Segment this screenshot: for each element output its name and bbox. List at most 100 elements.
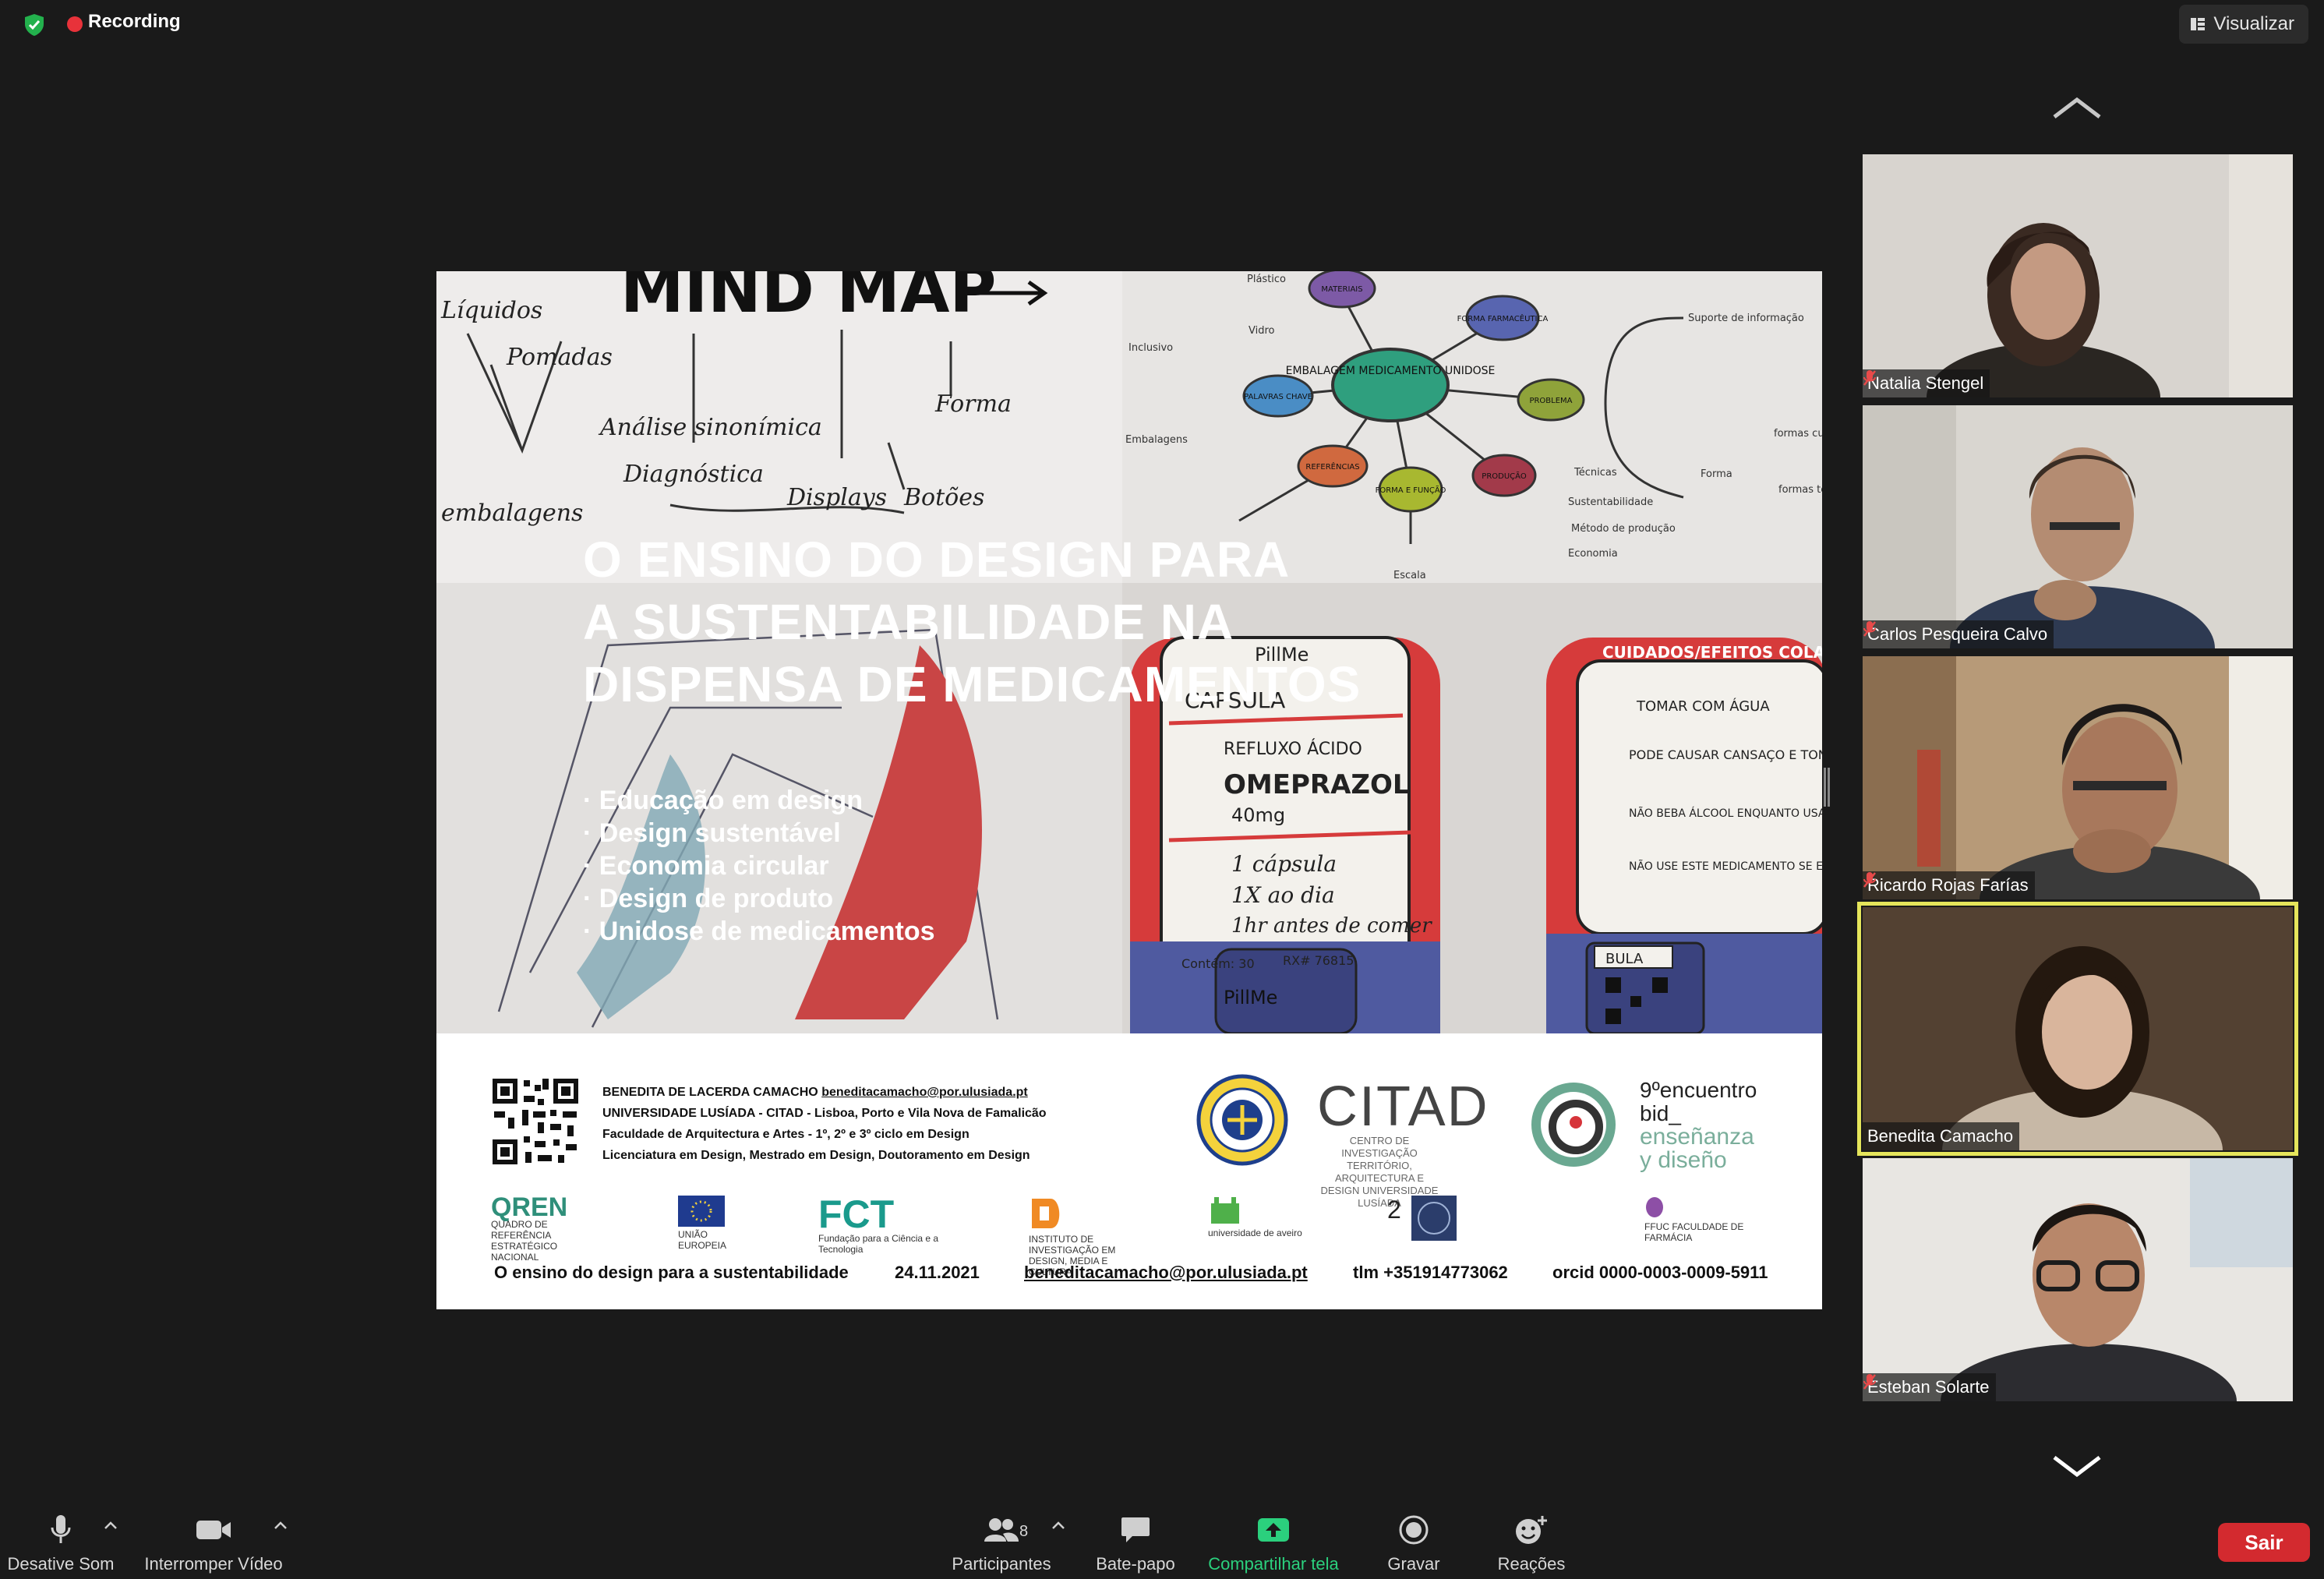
participant-video-carlos: [1863, 405, 2293, 648]
encuentro-line-3: enseñanza: [1640, 1124, 1754, 1150]
ffuc-logo-icon: [1646, 1197, 1663, 1217]
participant-name: Esteban Solarte: [1867, 1377, 1990, 1397]
encuentro-bid-logo: 9ºencuentro bid_ enseñanza y diseño: [1640, 1079, 1796, 1172]
view-button-label: Visualizar: [2213, 13, 2294, 34]
microphone-icon: [51, 1515, 71, 1543]
mindmap-label-8: Método de produção: [1571, 523, 1676, 535]
pill-left-instr1: 1 cápsula: [1231, 851, 1337, 877]
mindmap-node-6: FORMA E FUNÇÃO: [1376, 485, 1446, 495]
participants-button[interactable]: Participantes: [943, 1512, 1060, 1574]
stop-video-button[interactable]: Interromper Vídeo: [137, 1512, 290, 1574]
eu-flag-logo: UNIÃO EUROPEIA: [678, 1196, 748, 1251]
caption-email-link[interactable]: beneditacamacho@por.ulusiada.pt: [1024, 1263, 1308, 1283]
caption-talk-title: O ensino do design para a sustentabilida…: [494, 1263, 849, 1282]
pill-left-drug: OMEPRAZOL: [1224, 769, 1410, 800]
mindmap-label-1: Plástico: [1247, 274, 1286, 285]
participant-video-benedita: [1863, 907, 2293, 1150]
pill-right-item-2: PODE CAUSAR CANSAÇO E TONTURA: [1629, 747, 1822, 762]
slide-bullet: Design sustentável: [583, 817, 935, 850]
author-info: BENEDITA DE LACERDA CAMACHO beneditacama…: [602, 1082, 1047, 1166]
aveiro-logo-icon: [1211, 1197, 1239, 1224]
video-options-caret-icon[interactable]: [273, 1520, 288, 1531]
qren-logo-text: QREN: [491, 1192, 568, 1222]
mute-button-label: Desative Som: [7, 1554, 115, 1574]
chat-button[interactable]: Bate-papo: [1085, 1512, 1186, 1574]
aveiro-logo-subtitle: universidade de aveiro: [1208, 1228, 1302, 1238]
participants-options-caret-icon[interactable]: [1051, 1520, 1066, 1531]
pill-left-contents: Contém: 30: [1181, 956, 1255, 971]
participant-video-esteban: [1863, 1158, 2293, 1401]
author-name: BENEDITA DE LACERDA CAMACHO: [602, 1086, 818, 1099]
pill-left-line2: REFLUXO ÁCIDO: [1224, 739, 1362, 759]
mindmap-label-4: Embalagens: [1125, 434, 1188, 446]
participant-name: Carlos Pesqueira Calvo: [1867, 624, 2048, 644]
mind-map-heading: MIND MAP: [620, 271, 997, 327]
mic-muted-icon: [1863, 370, 1876, 386]
mindmap-label-12: formas cu rótulos...: [1774, 428, 1822, 440]
pill-right-item-4: NÃO USE ESTE MEDICAMENTO SE ESTIVER GRÁV…: [1629, 860, 1822, 873]
slide-bullet-list: Educação em design Design sustentável Ec…: [583, 784, 935, 948]
mindmap-label-5: Suporte de informação: [1688, 313, 1804, 324]
participants-button-label: Participantes: [952, 1554, 1051, 1574]
author-line-4: Licenciatura em Design, Mestrado em Desi…: [602, 1149, 1030, 1162]
participant-tile[interactable]: Natalia Stengel: [1863, 154, 2293, 397]
view-layout-icon: [2191, 18, 2206, 30]
slide-collage-image: MIND MAP Análise sinonímica Diagnóstica …: [436, 271, 1822, 1033]
handwriting-5: Botões: [903, 484, 984, 511]
reactions-button-label: Reações: [1497, 1554, 1566, 1574]
video-camera-icon: [196, 1521, 231, 1539]
mic-muted-icon: [1863, 621, 1876, 637]
caption-phone: tlm +351914773062: [1353, 1263, 1508, 1282]
handwriting-8: embalagens: [441, 500, 583, 527]
universidade-aveiro-logo: universidade de aveiro: [1208, 1196, 1317, 1245]
slide-title: O ENSINO DO DESIGN PARA A SUSTENTABILIDA…: [583, 528, 1401, 715]
record-button[interactable]: Gravar: [1378, 1512, 1450, 1574]
bid-nine-logo: [1531, 1083, 1616, 1167]
caption-date: 24.11.2021: [895, 1263, 980, 1282]
gallery-scroll-down-chevron-icon[interactable]: [2050, 1451, 2104, 1482]
zoom-meeting-window: Recording Visualizar MIND MAP Análise si…: [0, 0, 2324, 1579]
audio-options-caret-icon[interactable]: [103, 1520, 118, 1531]
participant-tile[interactable]: Ricardo Rojas Farías: [1863, 656, 2293, 899]
citad-logo: CITAD CENTRO DE INVESTIGAÇÃO TERRITÓRIO,…: [1317, 1076, 1489, 1209]
gallery-scroll-up-chevron-icon[interactable]: [2050, 92, 2104, 123]
participant-tile[interactable]: Esteban Solarte: [1863, 1158, 2293, 1401]
din-logo-icon: [1032, 1199, 1060, 1228]
author-email-link[interactable]: beneditacamacho@por.ulusiada.pt: [821, 1086, 1028, 1099]
share-screen-icon: [1258, 1518, 1289, 1542]
shield-check-icon[interactable]: [22, 12, 47, 37]
share-screen-button-label: Compartilhar tela: [1208, 1554, 1339, 1574]
pill-right-item-1: TOMAR COM ÁGUA: [1636, 698, 1770, 715]
citad-logo-text: CITAD: [1317, 1076, 1489, 1138]
ffuc-logo: FFUC FACULDADE DE FARMÁCIA: [1644, 1196, 1769, 1245]
encuentro-line-1: 9ºencuentro: [1640, 1078, 1757, 1102]
fct-logo: FCT Fundação para a Ciência e a Tecnolog…: [818, 1195, 959, 1255]
research-center-2-logo: 2: [1387, 1196, 1566, 1245]
mic-muted-icon: [1863, 872, 1876, 888]
view-button[interactable]: Visualizar: [2179, 5, 2308, 44]
participant-tile-active-speaker[interactable]: Benedita Camacho: [1857, 902, 2298, 1156]
share-screen-button[interactable]: Compartilhar tela: [1197, 1512, 1350, 1574]
leave-meeting-button[interactable]: Sair: [2218, 1523, 2310, 1562]
participant-name-tag: Ricardo Rojas Farías: [1863, 871, 2035, 899]
eu-logo-subtitle: UNIÃO EUROPEIA: [678, 1229, 727, 1251]
stop-video-button-label: Interromper Vídeo: [144, 1554, 283, 1574]
participants-icon: [984, 1518, 1019, 1542]
slide-caption-bar: O ensino do design para a sustentabilida…: [436, 1263, 1822, 1294]
pill-right-item-3: NÃO BEBA ÁLCOOL ENQUANTO USAR ESTE MEDIC…: [1629, 807, 1822, 820]
panel-resize-handle[interactable]: [1824, 768, 1830, 807]
mindmap-label-3: Inclusivo: [1128, 342, 1173, 354]
participant-tile[interactable]: Carlos Pesqueira Calvo: [1863, 405, 2293, 648]
chat-button-label: Bate-papo: [1096, 1554, 1175, 1574]
slide-title-line-2: A SUSTENTABILIDADE NA: [583, 594, 1234, 650]
top-bar: Recording Visualizar: [0, 0, 2324, 48]
slide-footer: BENEDITA DE LACERDA CAMACHO beneditacama…: [436, 1033, 1822, 1309]
mindmap-center-label: EMBALAGEM MEDICAMENTO UNIDOSE: [1286, 365, 1496, 377]
shared-screen-slide: MIND MAP Análise sinonímica Diagnóstica …: [436, 271, 1822, 1309]
slide-bullet: Design de produto: [583, 882, 935, 915]
reactions-button[interactable]: Reações: [1489, 1512, 1574, 1574]
mute-button[interactable]: Desative Som: [5, 1512, 117, 1574]
record-button-label: Gravar: [1387, 1554, 1440, 1574]
mic-muted-icon: [1863, 1374, 1876, 1390]
eu-flag-icon: [678, 1196, 725, 1227]
